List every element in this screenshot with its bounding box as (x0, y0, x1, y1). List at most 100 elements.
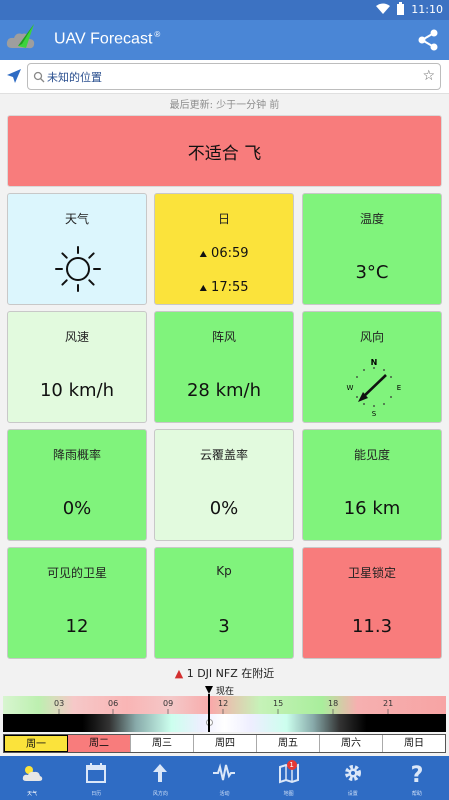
nfz-text: 1 DJI NFZ 在附近 (186, 667, 275, 680)
daylight-bar (3, 714, 446, 732)
day-tab-thu[interactable]: 周四 (194, 735, 257, 752)
bottom-nav: 天气 日历 风方向 活动 1 地图 设置 ? 帮助 (0, 756, 449, 800)
tile-label: 日 (217, 212, 230, 226)
nav-label: 设置 (347, 791, 358, 797)
nav-calendar[interactable]: 日历 (64, 756, 128, 800)
nav-label: 地图 (283, 791, 294, 797)
day-tab-wed[interactable]: 周三 (131, 735, 194, 752)
tile-wind-speed[interactable]: 风速 10 km/h (7, 311, 147, 423)
fly-verdict-banner: 不适合 飞 (7, 115, 442, 187)
tile-value: 3 (218, 616, 230, 637)
arrow-up-icon (153, 764, 168, 782)
tile-value: 12 (65, 616, 89, 637)
tile-label: 天气 (64, 212, 89, 226)
hourly-timeline[interactable]: 03 06 09 12 15 18 21 现在 (0, 684, 449, 732)
nav-help[interactable]: ? 帮助 (385, 756, 449, 800)
compass-w: W (347, 384, 354, 392)
tile-label: 温度 (359, 212, 384, 226)
sunset: ⛰ 17:55 (155, 280, 293, 295)
search-icon (33, 71, 45, 83)
tile-satellites[interactable]: 可见的卫星 12 (7, 547, 147, 659)
tile-label: 云覆盖率 (199, 448, 248, 462)
hour-label: 15 (273, 699, 284, 708)
tile-value: 3°C (355, 262, 389, 283)
tile-visibility[interactable]: 能见度 16 km (302, 429, 442, 541)
location-bar: ☆ (0, 60, 449, 94)
app-title: UAV Forecast ® (54, 30, 160, 48)
day-tabs: 周一 周二 周三 周四 周五 周六 周日 (3, 734, 446, 753)
compass-e: E (397, 384, 401, 392)
tile-cloud[interactable]: 云覆盖率 0% (154, 429, 294, 541)
compass-s: S (372, 410, 377, 418)
app-logo-icon (6, 24, 35, 49)
day-tab-sat[interactable]: 周六 (320, 735, 383, 752)
nav-label: 活动 (219, 791, 230, 797)
last-updated: 最后更新: 少于一分钟 前 (169, 100, 280, 111)
map-badge: 1 (286, 760, 297, 770)
tile-label: 能见度 (353, 448, 390, 462)
nav-wind[interactable]: 风方向 (128, 756, 192, 800)
tile-kp[interactable]: Kp 3 (154, 547, 294, 659)
tile-value: 11.3 (351, 616, 393, 637)
tile-value: 0% (209, 498, 239, 519)
nfz-notice[interactable]: ▲ 1 DJI NFZ 在附近 (0, 665, 449, 681)
help-icon: ? (411, 763, 424, 786)
nav-label: 天气 (27, 791, 38, 797)
tile-value: 16 km (343, 498, 401, 519)
compass-n: N (371, 358, 378, 367)
sunrise-time: 06:59 (211, 246, 249, 261)
tile-precip[interactable]: 降雨概率 0% (7, 429, 147, 541)
share-icon[interactable] (417, 29, 439, 51)
star-icon[interactable]: ☆ (422, 68, 435, 84)
hour-status-bar: 03 06 09 12 15 18 21 (3, 696, 446, 714)
tile-label: 风速 (64, 330, 89, 344)
battery-icon (397, 2, 405, 15)
nav-settings[interactable]: 设置 (321, 756, 385, 800)
tile-label: 卫星锁定 (347, 566, 396, 580)
calendar-icon (86, 763, 107, 783)
day-tab-tue[interactable]: 周二 (68, 735, 131, 752)
nav-label: 日历 (91, 791, 102, 797)
hour-label: 06 (108, 699, 119, 708)
hour-label: 09 (163, 699, 174, 708)
day-tab-sun[interactable]: 周日 (383, 735, 445, 752)
nav-map[interactable]: 1 地图 (257, 756, 321, 800)
hour-label: 18 (328, 699, 339, 708)
warning-icon: ▲ (174, 667, 184, 680)
app-title-text: UAV Forecast (54, 30, 153, 48)
sunrise-icon: ⛰ (199, 250, 208, 260)
now-line (208, 694, 210, 732)
sunset-time: 17:55 (211, 280, 249, 295)
tile-value: 28 km/h (186, 380, 262, 401)
sunset-icon: ⛰ (199, 284, 208, 294)
tile-label: 风向 (359, 330, 384, 344)
search-box[interactable]: ☆ (27, 63, 441, 90)
tile-sun[interactable]: 日 ⛰ 06:59 ⛰ 17:55 (154, 193, 294, 305)
tile-temperature[interactable]: 温度 3°C (302, 193, 442, 305)
compass-icon: N E S W (347, 358, 402, 418)
search-input[interactable] (47, 67, 407, 87)
sunrise: ⛰ 06:59 (155, 246, 293, 261)
tile-weather[interactable]: 天气 (7, 193, 147, 305)
tile-sat-lock[interactable]: 卫星锁定 11.3 (302, 547, 442, 659)
tile-gust[interactable]: 阵风 28 km/h (154, 311, 294, 423)
now-label: 现在 (216, 687, 235, 697)
nav-weather[interactable]: 天气 (0, 756, 64, 800)
wind-arrow (361, 374, 387, 399)
hour-label: 21 (383, 699, 394, 708)
tile-value: 10 km/h (39, 380, 115, 401)
hour-label: 03 (54, 699, 65, 708)
day-tab-fri[interactable]: 周五 (257, 735, 320, 752)
sun-icon (55, 246, 101, 292)
day-tab-mon[interactable]: 周一 (4, 735, 68, 752)
location-arrow-icon[interactable] (6, 68, 22, 84)
tile-wind-direction[interactable]: 风向 N E S W (302, 311, 442, 423)
tile-label: 降雨概率 (52, 448, 101, 462)
now-marker[interactable] (205, 686, 213, 694)
tile-value: 0% (62, 498, 92, 519)
tile-label: 阵风 (211, 330, 236, 344)
tile-label: Kp (216, 564, 232, 578)
status-time: 11:10 (411, 2, 443, 16)
nav-activity[interactable]: 活动 (192, 756, 256, 800)
hour-label: 12 (218, 699, 229, 708)
